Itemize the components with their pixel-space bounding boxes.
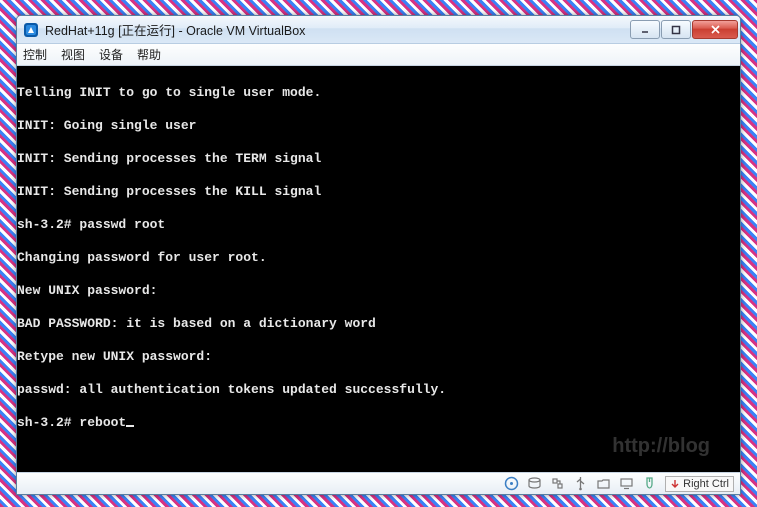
cd-icon[interactable] [504,476,519,491]
menu-help[interactable]: 帮助 [137,46,161,63]
close-button[interactable] [692,20,738,39]
maximize-button[interactable] [661,20,691,39]
usb-icon[interactable] [573,476,588,491]
watermark-text: http://blog [612,438,710,455]
titlebar[interactable]: RedHat+11g [正在运行] - Oracle VM VirtualBox [17,16,740,44]
network-icon[interactable] [550,476,565,491]
terminal-line: New UNIX password: [17,283,740,300]
mouse-integration-icon[interactable] [642,476,657,491]
status-icons [504,476,657,491]
terminal-line: BAD PASSWORD: it is based on a dictionar… [17,316,740,333]
terminal-line: INIT: Going single user [17,118,740,135]
menubar: 控制 视图 设备 帮助 [17,44,740,66]
arrow-down-icon [670,479,680,489]
minimize-button[interactable] [630,20,660,39]
vm-window: RedHat+11g [正在运行] - Oracle VM VirtualBox… [16,15,741,495]
terminal-line: passwd: all authentication tokens update… [17,382,740,399]
terminal-line: sh-3.2# passwd root [17,217,740,234]
host-key-label: Right Ctrl [683,477,729,491]
terminal-line: Telling INIT to go to single user mode. [17,85,740,102]
menu-view[interactable]: 视图 [61,46,85,63]
display-icon[interactable] [619,476,634,491]
cursor-icon [126,425,134,427]
hard-disk-icon[interactable] [527,476,542,491]
terminal[interactable]: Telling INIT to go to single user mode. … [17,66,740,472]
host-key-indicator[interactable]: Right Ctrl [665,476,734,492]
terminal-line: INIT: Sending processes the TERM signal [17,151,740,168]
terminal-line: Retype new UNIX password: [17,349,740,366]
terminal-line: sh-3.2# reboot [17,415,740,432]
terminal-line: Changing password for user root. [17,250,740,267]
menu-devices[interactable]: 设备 [99,46,123,63]
menu-control[interactable]: 控制 [23,46,47,63]
window-title: RedHat+11g [正在运行] - Oracle VM VirtualBox [45,20,630,39]
window-controls [630,20,738,39]
app-icon [23,22,39,38]
statusbar: Right Ctrl [17,472,740,494]
shared-folder-icon[interactable] [596,476,611,491]
terminal-line: INIT: Sending processes the KILL signal [17,184,740,201]
